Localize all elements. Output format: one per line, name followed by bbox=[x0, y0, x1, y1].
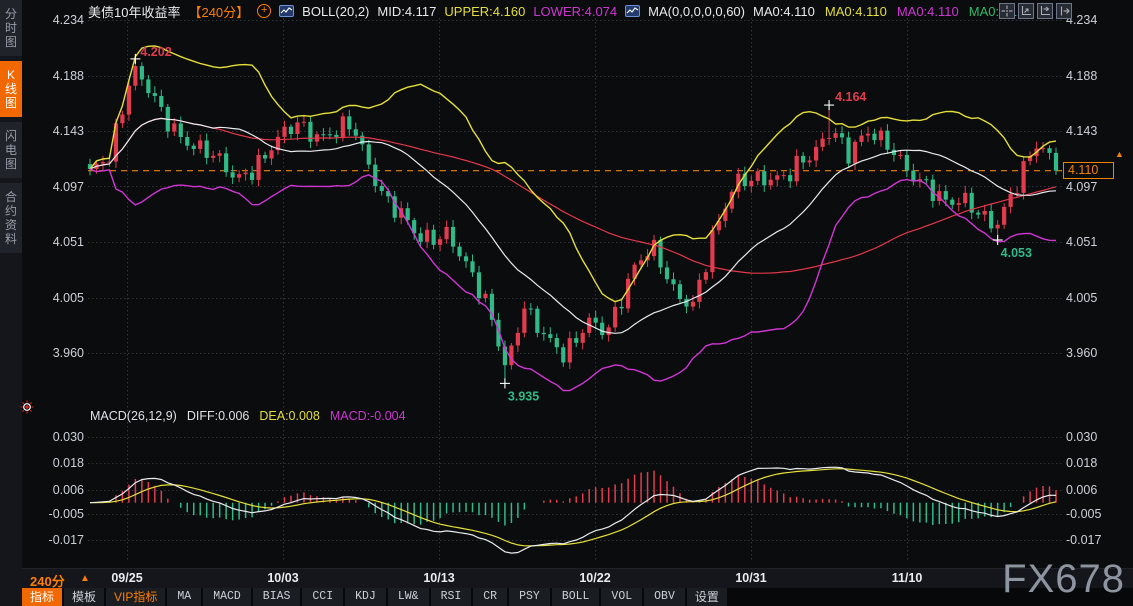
price-axis-label: 4.188 bbox=[1066, 69, 1130, 83]
date-label: 10/31 bbox=[723, 571, 779, 585]
toolbar-item-bias[interactable]: BIAS bbox=[253, 588, 301, 606]
macd-indicator-label[interactable]: MACD(26,12,9) bbox=[90, 409, 177, 423]
date-label: 10/22 bbox=[567, 571, 623, 585]
grid-lines bbox=[88, 18, 1062, 562]
macd-axis-label: 0.030 bbox=[1066, 430, 1130, 444]
add-indicator-icon[interactable]: + bbox=[257, 4, 271, 18]
current-price-badge: 4.110 bbox=[1063, 162, 1114, 179]
indicator-toolbar: 指标模板VIP指标MAMACDBIASCCIKDJLW&RSICRPSYBOLL… bbox=[22, 588, 1133, 606]
svg-text:3.935: 3.935 bbox=[508, 389, 539, 403]
macd-axis-label: 0.018 bbox=[1066, 456, 1130, 470]
price-annotation: 4.053 bbox=[993, 235, 1032, 260]
chart-window-controls bbox=[999, 3, 1072, 19]
toolbar-item-boll[interactable]: BOLL bbox=[552, 588, 600, 606]
main-pane bbox=[88, 46, 1062, 391]
ma-values: MA0:4.110MA0:4.110MA0:4.110MA0:4.1 bbox=[753, 4, 1017, 19]
boll-indicator-icon[interactable] bbox=[279, 5, 294, 17]
date-label: 10/03 bbox=[255, 571, 311, 585]
sidebar: 分 时 图 K 线 图闪 电 图合 约 资 料 bbox=[0, 0, 22, 606]
price-axis-label: 4.234 bbox=[1066, 13, 1130, 27]
timeframe-up-arrow-icon: ▲ bbox=[80, 573, 90, 584]
toolbar-item-settings[interactable]: 设置 bbox=[687, 588, 727, 606]
price-annotation: 4.164 bbox=[824, 90, 866, 110]
date-label: 11/10 bbox=[879, 571, 935, 585]
current-price-value: 4.110 bbox=[1068, 163, 1098, 177]
macd-diff-value: DIFF:0.006 bbox=[187, 409, 250, 423]
macd-axis-label: -0.005 bbox=[1066, 507, 1130, 521]
price-axis-label: 3.960 bbox=[1066, 346, 1130, 360]
brand-watermark: FX678 bbox=[1002, 557, 1125, 602]
crosshair-icon[interactable] bbox=[999, 3, 1015, 19]
sidebar-item-lightning-chart[interactable]: 闪 电 图 bbox=[0, 122, 22, 178]
svg-text:4.053: 4.053 bbox=[1001, 246, 1032, 260]
macd-axis-label: -0.017 bbox=[1066, 533, 1130, 547]
ma-value-0: MA0:4.110 bbox=[753, 4, 815, 19]
toolbar-item-indicator[interactable]: 指标 bbox=[22, 588, 62, 606]
macd-header: MACD(26,12,9) DIFF:0.006 DEA:0.008 MACD:… bbox=[90, 409, 406, 423]
toolbar-item-cr[interactable]: CR bbox=[473, 588, 507, 606]
macd-dea-value: DEA:0.008 bbox=[259, 409, 319, 423]
live-record-icon bbox=[20, 400, 34, 414]
kline-chart-canvas: 4.202 4.164 3.935 4.053 bbox=[0, 0, 1133, 606]
toolbar-item-psy[interactable]: PSY bbox=[509, 588, 550, 606]
ma-params-label: MA(0,0,0,0,0,60) bbox=[648, 4, 745, 19]
chart-header: 美债10年收益率 【240分】 + BOLL(20,2) MID:4.117 U… bbox=[88, 2, 1017, 20]
toolbar-item-rsi[interactable]: RSI bbox=[431, 588, 472, 606]
ma-value-2: MA0:4.110 bbox=[897, 4, 959, 19]
svg-text:4.164: 4.164 bbox=[835, 90, 866, 104]
scale-right-icon[interactable] bbox=[1037, 3, 1053, 19]
svg-text:4.202: 4.202 bbox=[140, 45, 171, 59]
sidebar-item-kline-chart[interactable]: K 线 图 bbox=[0, 61, 22, 117]
toolbar-item-ma[interactable]: MA bbox=[167, 588, 201, 606]
date-axis: 240分 ▲ 09/2510/0310/1310/2210/3111/10 bbox=[22, 568, 1133, 589]
macd-axis-label: 0.006 bbox=[1066, 483, 1130, 497]
macd-hist-value: MACD:-0.004 bbox=[330, 409, 406, 423]
timeframe-label[interactable]: 【240分】 bbox=[188, 2, 249, 21]
toolbar-item-obv[interactable]: OBV bbox=[644, 588, 685, 606]
instrument-title: 美债10年收益率 bbox=[88, 2, 180, 21]
toolbar-item-vip-indicator[interactable]: VIP指标 bbox=[106, 588, 165, 606]
sidebar-item-contract-info[interactable]: 合 约 资 料 bbox=[0, 183, 22, 253]
date-label: 10/13 bbox=[411, 571, 467, 585]
boll-lower-value: LOWER:4.074 bbox=[533, 4, 617, 19]
price-annotation: 3.935 bbox=[500, 378, 539, 403]
toolbar-item-vol[interactable]: VOL bbox=[601, 588, 642, 606]
macd-pane bbox=[90, 467, 1056, 553]
toolbar-item-template[interactable]: 模板 bbox=[64, 588, 104, 606]
price-annotation: 4.202 bbox=[130, 45, 171, 64]
boll-upper-value: UPPER:4.160 bbox=[444, 4, 525, 19]
collapse-pane-icon[interactable] bbox=[1056, 3, 1072, 19]
ma-indicator-icon[interactable] bbox=[625, 5, 640, 17]
sidebar-item-time-chart[interactable]: 分 时 图 bbox=[0, 0, 22, 56]
kline-trading-window: 4.202 4.164 3.935 4.053 分 时 图 K 线 图闪 电 图合 约 … bbox=[0, 0, 1133, 606]
toolbar-item-cci[interactable]: CCI bbox=[302, 588, 343, 606]
price-axis-label: 4.005 bbox=[1066, 291, 1130, 305]
price-axis-label: 4.143 bbox=[1066, 124, 1130, 138]
price-axis-label: 4.097 bbox=[1066, 180, 1130, 194]
price-up-arrow-icon: ▲ bbox=[1115, 149, 1124, 159]
toolbar-item-kdj[interactable]: KDJ bbox=[345, 588, 386, 606]
toolbar-item-lw[interactable]: LW& bbox=[388, 588, 429, 606]
boll-mid-value: MID:4.117 bbox=[377, 4, 436, 19]
toolbar-item-macd[interactable]: MACD bbox=[203, 588, 251, 606]
date-label: 09/25 bbox=[99, 571, 155, 585]
scale-left-icon[interactable] bbox=[1018, 3, 1034, 19]
price-axis-label: 4.051 bbox=[1066, 235, 1130, 249]
boll-label: BOLL(20,2) bbox=[302, 4, 369, 19]
ma-value-1: MA0:4.110 bbox=[825, 4, 887, 19]
